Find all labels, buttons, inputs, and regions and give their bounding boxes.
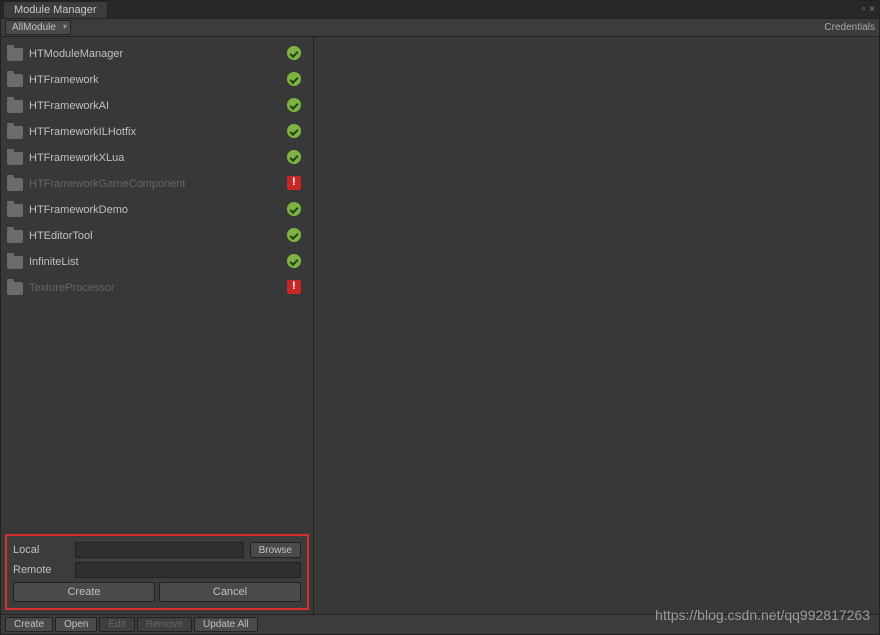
create-module-form: Local Browse Remote Create Cancel: [5, 534, 309, 610]
module-item[interactable]: HTFrameworkXLua: [1, 145, 313, 171]
module-filter-dropdown[interactable]: AllModule: [5, 20, 71, 35]
module-name: HTEditorTool: [29, 230, 287, 242]
credentials-link[interactable]: Credentials: [824, 22, 875, 33]
bottom-remove-button[interactable]: Remove: [137, 617, 192, 632]
close-icon[interactable]: ×: [869, 4, 875, 15]
bottom-update-all-button[interactable]: Update All: [194, 617, 258, 632]
status-ok-icon: [287, 228, 303, 244]
folder-icon: [7, 152, 23, 165]
status-ok-icon: [287, 150, 303, 166]
window-tab[interactable]: Module Manager: [3, 1, 108, 18]
module-name: HTFramework: [29, 74, 287, 86]
module-item[interactable]: HTFrameworkDemo: [1, 197, 313, 223]
folder-icon: [7, 282, 23, 295]
module-name: HTFrameworkILHotfix: [29, 126, 287, 138]
local-input[interactable]: [75, 542, 244, 558]
module-item[interactable]: HTFramework: [1, 67, 313, 93]
status-ok-icon: [287, 124, 303, 140]
folder-icon: [7, 256, 23, 269]
detail-panel: [314, 37, 879, 614]
cancel-button[interactable]: Cancel: [159, 582, 301, 602]
create-button[interactable]: Create: [13, 582, 155, 602]
module-item[interactable]: HTFrameworkILHotfix: [1, 119, 313, 145]
status-ok-icon: [287, 46, 303, 62]
status-ok-icon: [287, 254, 303, 270]
folder-icon: [7, 178, 23, 191]
bottom-open-button[interactable]: Open: [55, 617, 97, 632]
module-item[interactable]: HTEditorTool: [1, 223, 313, 249]
module-item[interactable]: InfiniteList: [1, 249, 313, 275]
module-list: HTModuleManager HTFramework HTFrameworkAI H…: [1, 37, 313, 530]
left-panel: HTModuleManager HTFramework HTFrameworkAI H…: [1, 37, 314, 614]
folder-icon: [7, 230, 23, 243]
folder-icon: [7, 74, 23, 87]
bottom-edit-button[interactable]: Edit: [99, 617, 134, 632]
status-ok-icon: [287, 202, 303, 218]
module-name: HTFrameworkXLua: [29, 152, 287, 164]
module-item[interactable]: HTModuleManager: [1, 41, 313, 67]
status-warn-icon: [287, 176, 303, 192]
module-name: TextureProcessor: [29, 282, 287, 294]
module-name: HTFrameworkGameComponent: [29, 178, 287, 190]
folder-icon: [7, 100, 23, 113]
remote-input[interactable]: [75, 562, 301, 578]
folder-icon: [7, 48, 23, 61]
status-ok-icon: [287, 72, 303, 88]
module-name: HTModuleManager: [29, 48, 287, 60]
status-warn-icon: [287, 280, 303, 296]
module-name: InfiniteList: [29, 256, 287, 268]
folder-icon: [7, 204, 23, 217]
module-name: HTFrameworkDemo: [29, 204, 287, 216]
status-ok-icon: [287, 98, 303, 114]
folder-icon: [7, 126, 23, 139]
module-item[interactable]: TextureProcessor: [1, 275, 313, 301]
module-name: HTFrameworkAI: [29, 100, 287, 112]
toolbar: AllModule Credentials: [1, 19, 879, 37]
titlebar: Module Manager ▫ ×: [1, 1, 879, 19]
bottom-create-button[interactable]: Create: [5, 617, 53, 632]
remote-label: Remote: [13, 564, 69, 576]
window-menu-icon[interactable]: ▫: [862, 4, 866, 15]
browse-button[interactable]: Browse: [250, 542, 301, 558]
module-item[interactable]: HTFrameworkGameComponent: [1, 171, 313, 197]
local-label: Local: [13, 544, 69, 556]
bottom-toolbar: Create Open Edit Remove Update All: [1, 614, 879, 634]
module-item[interactable]: HTFrameworkAI: [1, 93, 313, 119]
